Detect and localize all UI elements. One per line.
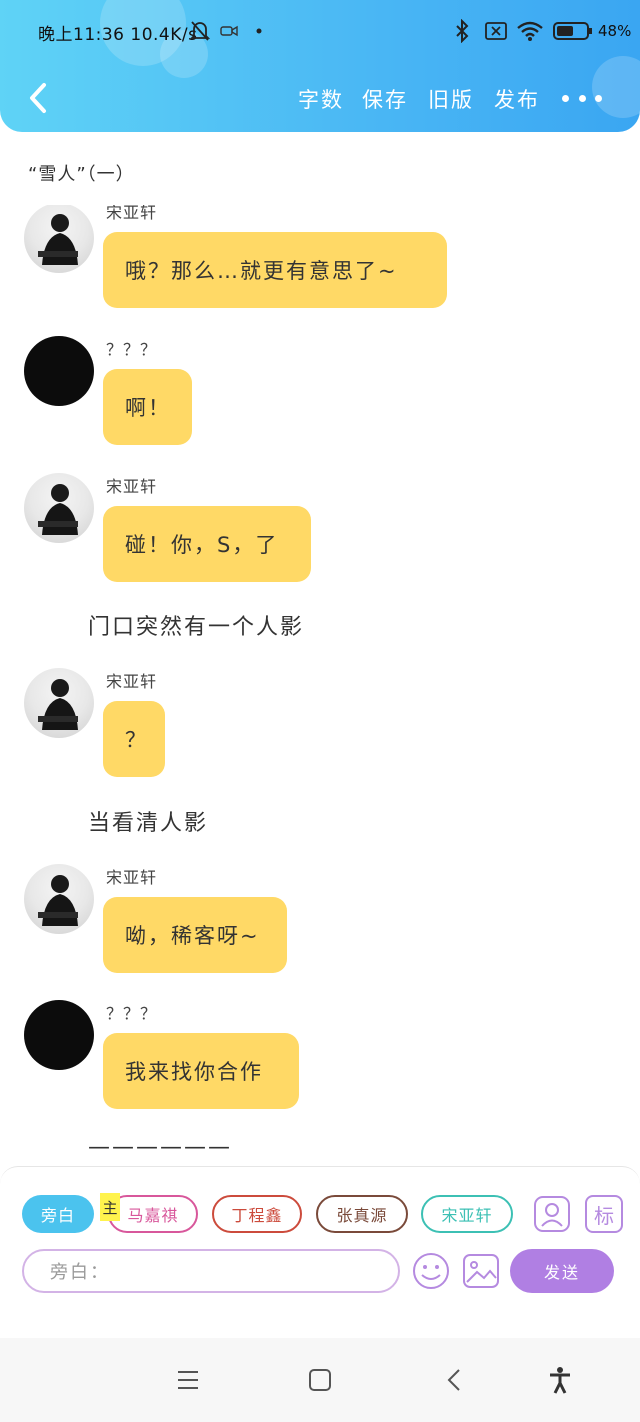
- avatar[interactable]: [24, 668, 94, 738]
- narration-text[interactable]: ——————: [88, 1135, 232, 1160]
- back-chevron-icon: [447, 1369, 460, 1391]
- add-role-button[interactable]: [533, 1195, 571, 1233]
- home-square-icon: [309, 1369, 331, 1391]
- no-sim-icon: [484, 18, 508, 44]
- speaker-name: 宋亚轩: [106, 868, 158, 887]
- status-time: 晚上11:36 10.4K/s: [38, 25, 198, 45]
- role-chip-zhangzhenyuan[interactable]: 张真源: [316, 1195, 408, 1233]
- save-button[interactable]: 保存: [362, 84, 408, 114]
- role-chip-majiaqi[interactable]: 马嘉祺: [108, 1195, 198, 1233]
- role-chip-dingchengxin[interactable]: 丁程鑫: [212, 1195, 302, 1233]
- image-icon: [463, 1254, 499, 1288]
- more-dot: [562, 94, 569, 102]
- wifi-icon: [516, 18, 544, 44]
- notification-off-icon: [190, 18, 210, 44]
- narration-text[interactable]: 门口突然有一个人影: [88, 609, 304, 641]
- publish-button[interactable]: 发布: [494, 84, 540, 114]
- back-nav-button[interactable]: [434, 1362, 474, 1398]
- editor-toolbar: 字数 保存 旧版 发布: [0, 70, 640, 128]
- speaker-name: 宋亚轩: [106, 205, 158, 222]
- more-menu-button[interactable]: [562, 86, 602, 110]
- emoji-button[interactable]: [411, 1251, 451, 1291]
- menu-icon: [178, 1371, 198, 1389]
- role-chip-songyaxuan[interactable]: 宋亚轩: [421, 1195, 513, 1233]
- avatar[interactable]: [24, 205, 94, 273]
- battery-percent: 48%: [598, 22, 632, 40]
- more-dot: [595, 94, 602, 102]
- narration-text[interactable]: 当看清人影: [88, 805, 208, 837]
- speaker-name: 宋亚轩: [106, 477, 158, 496]
- menu-nav-button[interactable]: [168, 1362, 208, 1398]
- message-bubble[interactable]: 我来找你合作: [103, 1033, 299, 1109]
- smiley-icon: [413, 1253, 449, 1289]
- speaker-name: ？？？: [106, 1004, 158, 1023]
- role-chip-narrator[interactable]: 旁白: [22, 1195, 94, 1233]
- accessibility-icon: [550, 1367, 570, 1394]
- message-bubble[interactable]: 哦？那么…就更有意思了~: [103, 232, 447, 308]
- composer-panel: 旁白 马嘉祺 主 丁程鑫 张真源 宋亚轩 标 旁白： 发送: [0, 1166, 640, 1339]
- avatar[interactable]: [24, 336, 94, 406]
- chapter-title: “雪人”（一）: [28, 164, 135, 185]
- speaker-name: ？？？: [106, 340, 158, 359]
- send-button[interactable]: 发送: [510, 1249, 614, 1293]
- back-button[interactable]: [20, 76, 56, 120]
- message-bubble[interactable]: 呦，稀客呀~: [103, 897, 287, 973]
- accessibility-nav-button[interactable]: [540, 1362, 580, 1398]
- battery-icon: [552, 18, 594, 44]
- main-role-tag: 主: [100, 1193, 120, 1221]
- system-nav-bar: [0, 1338, 640, 1422]
- word-count-button[interactable]: 字数: [298, 84, 344, 114]
- story-feed[interactable]: 宋亚轩 哦？那么…就更有意思了~ ？？？ 啊！ 宋亚轩 碰！你，S，了 门口突然…: [0, 205, 640, 1165]
- person-icon: [534, 1196, 570, 1232]
- bluetooth-icon: [454, 18, 470, 44]
- home-nav-button[interactable]: [300, 1362, 340, 1398]
- more-dot: [578, 94, 586, 102]
- avatar[interactable]: [24, 1000, 94, 1070]
- status-bar: 晚上11:36 10.4K/s 48%: [0, 0, 640, 64]
- avatar[interactable]: [24, 864, 94, 934]
- tag-button[interactable]: 标: [585, 1195, 623, 1233]
- image-button[interactable]: [461, 1251, 501, 1291]
- speaker-name: 宋亚轩: [106, 672, 158, 691]
- back-arrow-icon: [30, 83, 46, 113]
- avatar[interactable]: [24, 473, 94, 543]
- message-bubble[interactable]: ？: [103, 701, 165, 777]
- dot-indicator-icon: [256, 18, 262, 44]
- app-header: 晚上11:36 10.4K/s 48% 字数 保存 旧版 发布: [0, 0, 640, 132]
- message-bubble[interactable]: 碰！你，S，了: [103, 506, 311, 582]
- old-version-button[interactable]: 旧版: [428, 84, 474, 114]
- message-bubble[interactable]: 啊！: [103, 369, 192, 445]
- dialogue-input[interactable]: 旁白：: [22, 1249, 400, 1293]
- camera-icon: [220, 18, 238, 44]
